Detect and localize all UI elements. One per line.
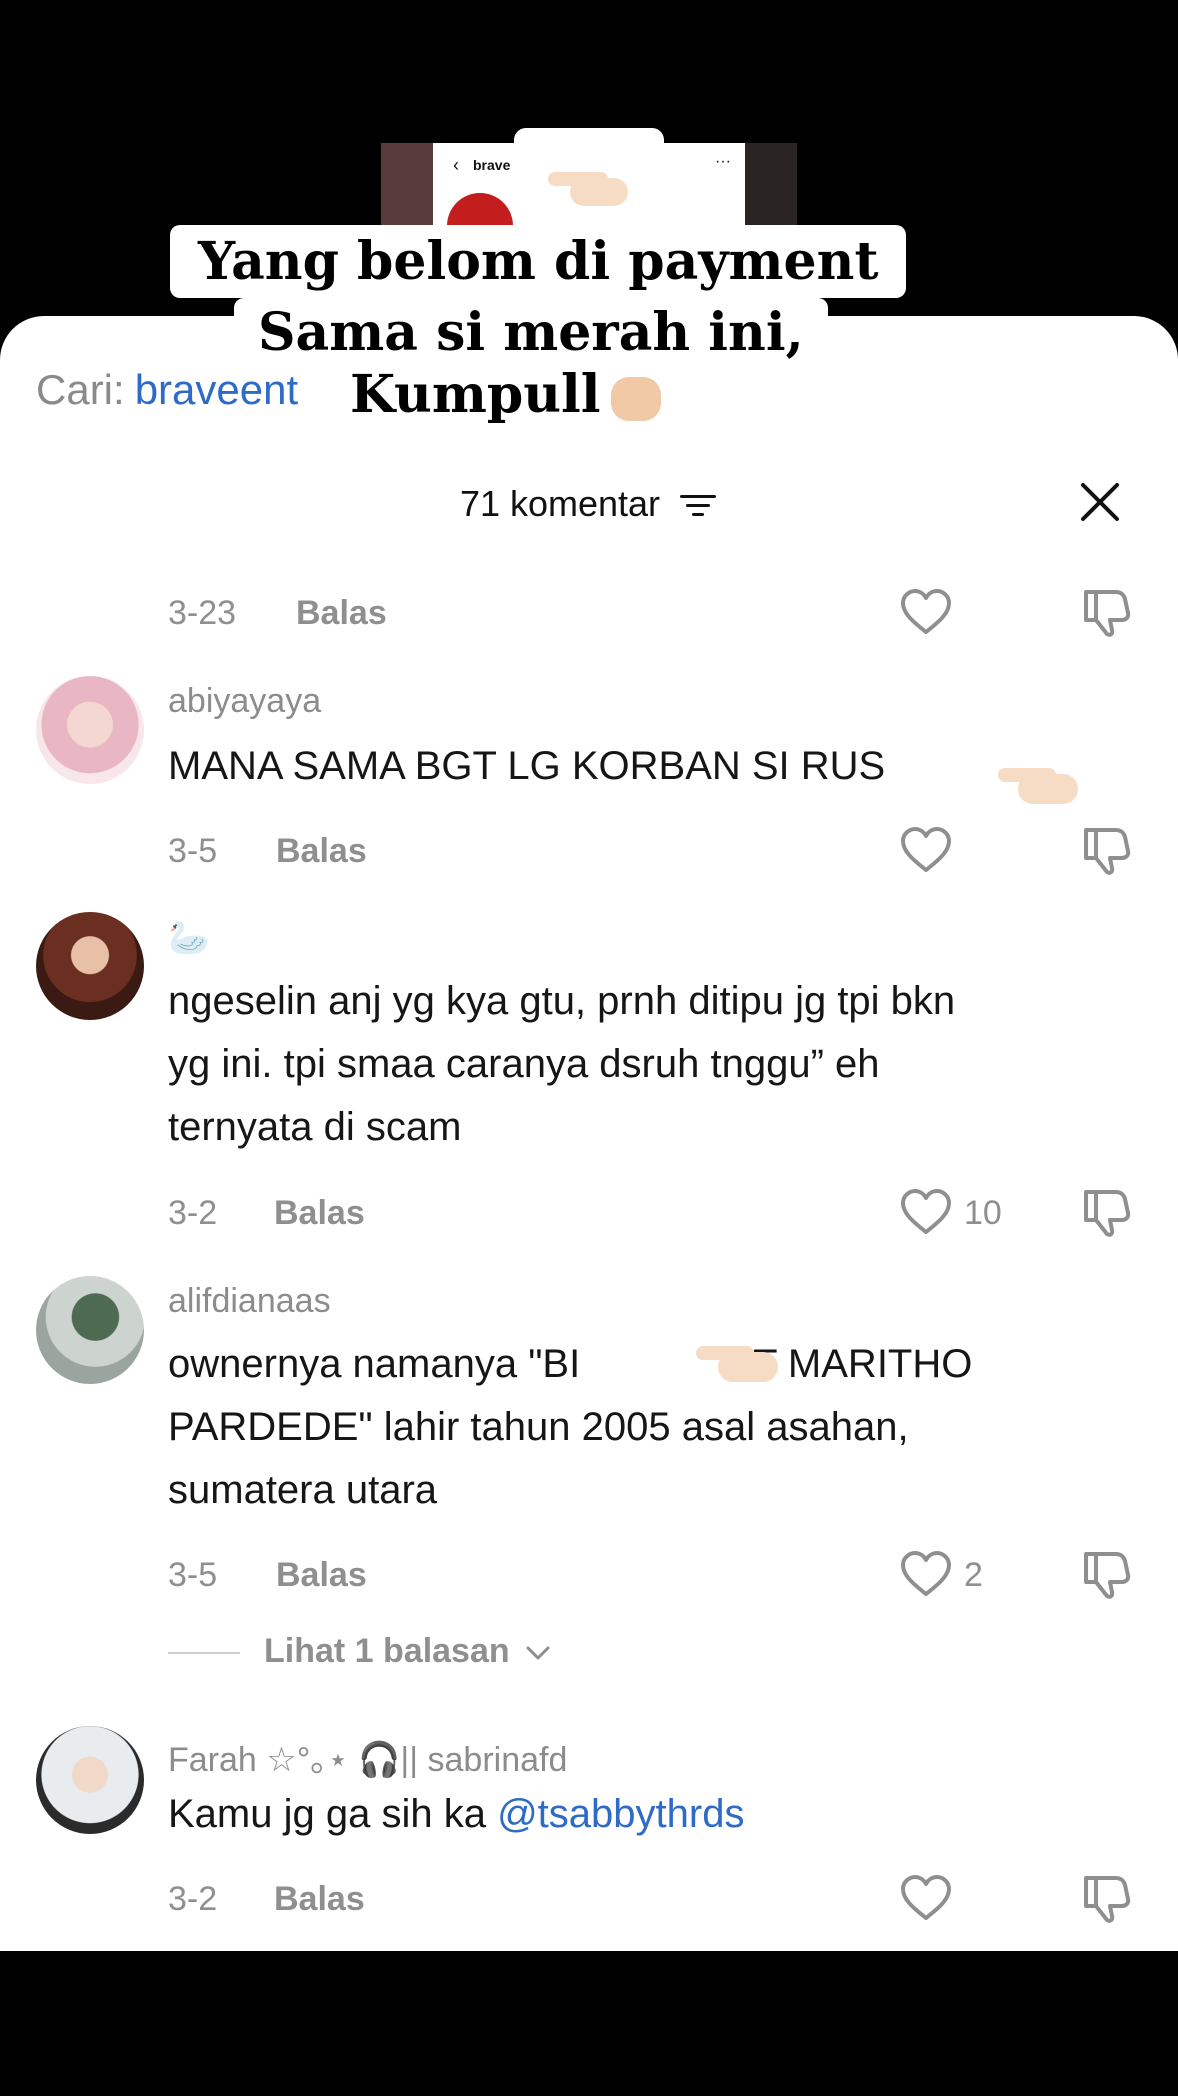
dislike-icon[interactable] [1080, 586, 1132, 638]
like-count: 2 [964, 1556, 983, 1594]
comment-text-segment: ownernya namanya "BI [168, 1342, 581, 1386]
comment-text: Kamu jg ga sih ka @tsabbythrds [168, 1783, 744, 1846]
like-heart-icon[interactable] [900, 1188, 952, 1236]
comment-text-line: sumatera utara [168, 1468, 438, 1512]
comment-username[interactable]: 🦢 [168, 918, 210, 958]
comment-text-line: ngeselin anj yg kya gtu, prnh ditipu jg … [168, 979, 956, 1023]
comment-username[interactable]: Farah ☆°｡⋆ 🎧|| sabrinafd [168, 1732, 567, 1781]
comment-text-line: ternyata di scam [168, 1105, 462, 1149]
like-heart-icon[interactable] [900, 1874, 952, 1922]
like-heart-icon[interactable] [900, 826, 952, 874]
mention-link[interactable]: @tsabbythrds [497, 1792, 744, 1836]
comment-text: MANA SAMA BGT LG KORBAN SI RUS [168, 735, 885, 798]
comment-text: ngeselin anj yg kya gtu, prnh ditipu jg … [168, 970, 955, 1159]
comment-text-line: yg ini. tpi smaa caranya dsruh tnggu” eh [168, 1042, 880, 1086]
reply-button[interactable]: Balas [276, 1556, 367, 1595]
comment-date: 3-5 [168, 832, 218, 870]
comment-username[interactable]: abiyayaya [168, 682, 321, 721]
more-icon: ··· [715, 153, 731, 170]
avatar[interactable] [36, 676, 144, 784]
reply-button[interactable]: Balas [274, 1880, 365, 1919]
avatar[interactable] [36, 912, 144, 1020]
thumbnail-profile-name: brave [473, 157, 511, 173]
search-suggestion[interactable]: Cari: braveent [36, 366, 298, 414]
reply-button[interactable]: Balas [276, 832, 367, 871]
comment-date: 3-23 [168, 594, 237, 632]
back-chevron-icon: ‹ [453, 155, 459, 175]
like-heart-icon[interactable] [900, 1550, 952, 1598]
pointing-hand-sticker-icon [548, 160, 632, 206]
comment-date: 3-2 [168, 1194, 218, 1232]
comment-username[interactable]: alifdianaas [168, 1282, 331, 1321]
sort-filter-icon[interactable] [678, 491, 718, 521]
search-label: Cari: [36, 366, 125, 413]
chevron-down-icon [526, 1646, 550, 1660]
comments-header: 71 komentar [0, 483, 1178, 525]
view-replies-button[interactable]: Lihat 1 balasan [168, 1632, 551, 1671]
comment-date: 3-5 [168, 1556, 218, 1594]
fist-emoji-icon [610, 376, 661, 421]
caption-line-1: Yang belom di payment [170, 225, 907, 298]
reply-button[interactable]: Balas [296, 594, 387, 633]
replies-divider [168, 1652, 240, 1655]
caption-line-2: Sama si merah ini, [234, 298, 828, 367]
dislike-icon[interactable] [1080, 1548, 1132, 1600]
dislike-icon[interactable] [1080, 824, 1132, 876]
dislike-icon[interactable] [1080, 1186, 1132, 1238]
comment-text: ownernya namanya "BI UT MARITHO PARDEDE" … [168, 1333, 972, 1522]
comment-text-line-1: ownernya namanya "BI UT MARITHO [168, 1333, 972, 1396]
like-count: 10 [964, 1194, 1002, 1232]
pointing-hand-sticker-icon [696, 1336, 780, 1382]
dislike-icon[interactable] [1080, 1872, 1132, 1924]
comment-text-line: PARDEDE" lahir tahun 2005 asal asahan, [168, 1405, 909, 1449]
comment-text-line: MANA SAMA BGT LG KORBAN SI RUS [168, 744, 886, 788]
comment-date: 3-2 [168, 1880, 218, 1918]
comment-text-prefix: Kamu jg ga sih ka [168, 1792, 498, 1836]
avatar[interactable] [36, 1276, 144, 1384]
search-query-link[interactable]: braveent [135, 366, 298, 413]
close-icon[interactable] [1080, 482, 1120, 522]
pointing-hand-sticker-icon [998, 760, 1082, 806]
comment-count-title: 71 komentar [459, 483, 661, 524]
avatar[interactable] [36, 1726, 144, 1834]
like-heart-icon[interactable] [900, 588, 952, 636]
reply-button[interactable]: Balas [274, 1194, 365, 1233]
caption-line-3: Kumpull [350, 364, 661, 425]
view-replies-label: Lihat 1 balasan [264, 1632, 510, 1670]
caption-line-3-text: Kumpull [350, 364, 601, 425]
